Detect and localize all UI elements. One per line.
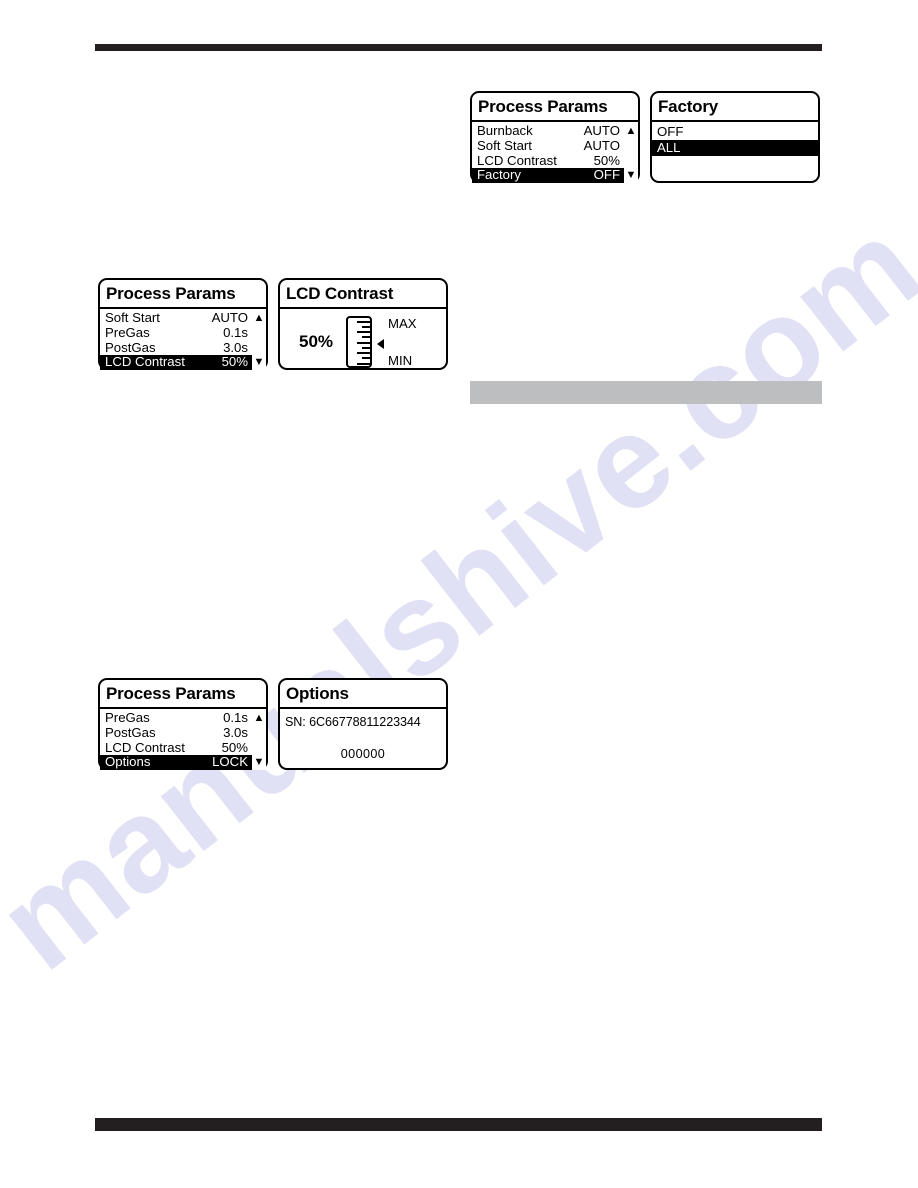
serial-number-text: SN: 6C66778811223344 [285, 715, 421, 729]
menu-row-selected[interactable]: LCD Contrast 50% ▼ [100, 354, 266, 371]
menu-row-value: 3.0s [223, 339, 248, 355]
panel-title: LCD Contrast [280, 280, 446, 309]
panel-body: OFF ALL [652, 122, 818, 156]
lcd-panel-contrast: LCD Contrast 50% MAX MIN [278, 278, 448, 370]
panel-body: Burnback AUTO ▲ Soft Start AUTO LCD Cont… [472, 122, 638, 184]
menu-row[interactable]: PostGas 3.0s [100, 339, 266, 356]
arrow-spacer [624, 153, 638, 169]
menu-row-value: OFF [593, 167, 620, 183]
panel-body: 50% MAX MIN [280, 309, 446, 373]
menu-row[interactable]: LCD Contrast 50% [472, 152, 638, 169]
menu-row[interactable]: PreGas 0.1s [100, 324, 266, 341]
menu-row-label: LCD Contrast [105, 354, 185, 370]
menu-row-value: AUTO [583, 123, 620, 138]
panel-title: Process Params [100, 280, 266, 309]
list-item-selected[interactable]: ALL [652, 140, 818, 156]
menu-row-label: Soft Start [477, 137, 532, 153]
lcd-panel-process-params-options: Process Params PreGas 0.1s ▲ PostGas 3.0… [98, 678, 268, 771]
scroll-down-arrow-icon[interactable]: ▼ [252, 755, 266, 771]
arrow-spacer [252, 740, 266, 756]
options-code-text: 000000 [340, 747, 386, 761]
menu-row-label: LCD Contrast [477, 152, 557, 168]
arrow-spacer [252, 340, 266, 356]
panel-body: PreGas 0.1s ▲ PostGas 3.0s LCD Contrast … [100, 709, 266, 771]
menu-row[interactable]: PostGas 3.0s [100, 724, 266, 741]
lcd-panel-process-params-factory: Process Params Burnback AUTO ▲ Soft Star… [470, 91, 640, 184]
contrast-percent-value: 50% [298, 332, 334, 351]
bottom-black-rule [95, 1118, 822, 1131]
lcd-panel-factory: Factory OFF ALL [650, 91, 820, 183]
menu-row-label: PreGas [105, 710, 150, 725]
menu-row-label: Factory [477, 167, 521, 183]
menu-row-value: AUTO [583, 137, 620, 153]
menu-row-label: Options [105, 754, 151, 770]
scroll-up-arrow-icon[interactable]: ▲ [252, 311, 266, 326]
gauge-tick [362, 326, 370, 328]
contrast-slider-pointer-icon[interactable] [377, 339, 384, 349]
gauge-tick [357, 342, 370, 344]
gauge-tick [357, 331, 370, 333]
gauge-tick [362, 347, 370, 349]
menu-row-label: PostGas [105, 724, 156, 740]
menu-row-value: 50% [221, 739, 248, 755]
scroll-down-arrow-icon[interactable]: ▼ [624, 168, 638, 184]
scroll-down-arrow-icon[interactable]: ▼ [252, 355, 266, 371]
menu-row-label: LCD Contrast [105, 739, 185, 755]
menu-row-label: Burnback [477, 123, 533, 138]
lcd-panel-options: Options SN: 6C66778811223344 000000 [278, 678, 448, 770]
menu-row[interactable]: Burnback AUTO ▲ [472, 123, 638, 139]
menu-row[interactable]: Soft Start AUTO ▲ [100, 310, 266, 326]
menu-row-selected[interactable]: Options LOCK ▼ [100, 754, 266, 771]
gauge-tick [362, 336, 370, 338]
gray-section-bar [470, 381, 822, 404]
menu-row-value: AUTO [211, 310, 248, 325]
lcd-panel-process-params-contrast: Process Params Soft Start AUTO ▲ PreGas … [98, 278, 268, 371]
arrow-spacer [624, 138, 638, 154]
menu-row-value: 0.1s [223, 324, 248, 340]
menu-row-selected[interactable]: Factory OFF ▼ [472, 167, 638, 184]
panel-title: Factory [652, 93, 818, 122]
contrast-control[interactable]: 50% MAX MIN [280, 311, 446, 373]
panel-title: Options [280, 680, 446, 709]
menu-row-label: Soft Start [105, 310, 160, 325]
menu-row-value: 0.1s [223, 710, 248, 725]
gauge-min-label: MIN [388, 352, 413, 368]
panel-title: Process Params [100, 680, 266, 709]
top-black-rule [95, 44, 822, 51]
gauge-tick [362, 357, 370, 359]
menu-row[interactable]: PreGas 0.1s ▲ [100, 710, 266, 726]
list-item[interactable]: OFF [652, 124, 818, 140]
menu-row-value: 50% [221, 354, 248, 370]
panel-title: Process Params [472, 93, 638, 122]
menu-row[interactable]: Soft Start AUTO [472, 137, 638, 154]
gauge-scale-labels: MAX MIN [388, 316, 434, 368]
gauge-max-label: MAX [388, 316, 417, 331]
arrow-spacer [252, 725, 266, 741]
gauge-tick [357, 321, 370, 323]
menu-row-value: LOCK [212, 754, 248, 770]
menu-row[interactable]: LCD Contrast 50% [100, 739, 266, 756]
gauge-tick [357, 363, 370, 365]
menu-row-value: 3.0s [223, 724, 248, 740]
arrow-spacer [252, 325, 266, 341]
menu-row-label: PreGas [105, 324, 150, 340]
gauge-tick [357, 352, 370, 354]
menu-row-value: 50% [593, 152, 620, 168]
panel-body: SN: 6C66778811223344 000000 [280, 709, 446, 761]
menu-row-label: PostGas [105, 339, 156, 355]
scroll-up-arrow-icon[interactable]: ▲ [624, 124, 638, 139]
panel-body: Soft Start AUTO ▲ PreGas 0.1s PostGas 3.… [100, 309, 266, 371]
contrast-slider[interactable] [346, 316, 384, 368]
scroll-up-arrow-icon[interactable]: ▲ [252, 711, 266, 726]
